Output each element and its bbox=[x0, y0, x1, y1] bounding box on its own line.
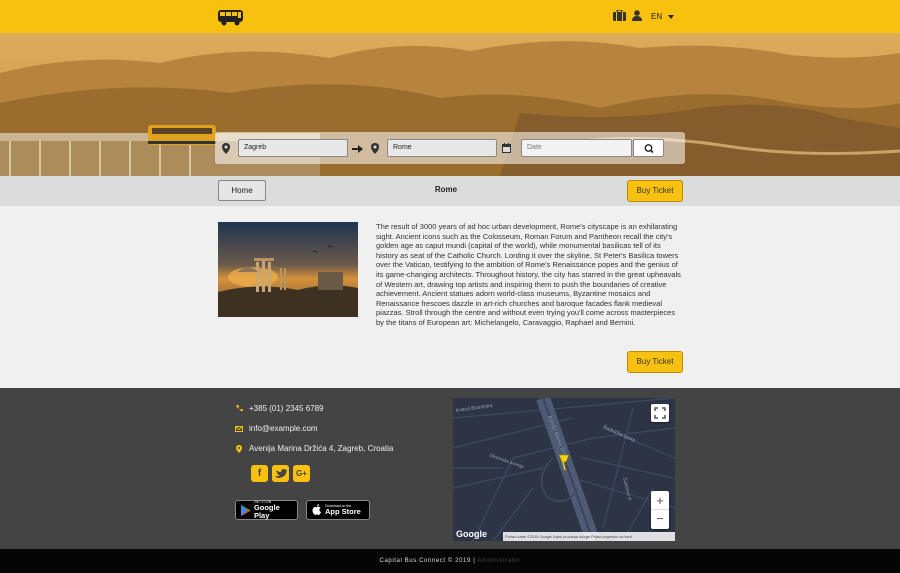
phone-text[interactable]: +385 (01) 2345 6789 bbox=[249, 404, 324, 413]
admin-link[interactable]: Administrator bbox=[477, 558, 520, 564]
contact-email: info@example.com bbox=[229, 424, 318, 433]
calendar-icon bbox=[502, 143, 512, 155]
zoom-control: + − bbox=[651, 491, 669, 529]
map-marker-icon bbox=[229, 444, 249, 453]
google-logo: Google bbox=[456, 529, 487, 539]
page-title: Rome bbox=[434, 185, 458, 194]
location-map[interactable]: Kneza Branimira Avenija Marina Držića Ra… bbox=[453, 398, 675, 541]
top-navbar: EN bbox=[0, 0, 900, 33]
date-input[interactable]: Date bbox=[521, 139, 632, 157]
street-label: Kneza Branimira bbox=[455, 403, 493, 414]
from-city-input[interactable]: Zagreb bbox=[238, 139, 348, 157]
street-label: Slavonska avenija bbox=[489, 452, 525, 469]
twitter-icon[interactable] bbox=[272, 465, 289, 482]
google-play-badge[interactable]: GET IT ON Google Play bbox=[235, 500, 298, 520]
google-play-icon bbox=[241, 504, 251, 516]
google-plus-icon[interactable]: G+ bbox=[293, 465, 310, 482]
buy-ticket-button-top[interactable]: Buy Ticket bbox=[627, 180, 683, 202]
street-label: Šubićeva ul. bbox=[622, 477, 634, 502]
bus-icon[interactable] bbox=[217, 8, 245, 26]
language-label: EN bbox=[651, 12, 663, 21]
language-selector[interactable]: EN bbox=[651, 12, 675, 21]
zoom-in-button[interactable]: + bbox=[651, 491, 669, 510]
city-photo bbox=[218, 222, 358, 317]
zoom-out-button[interactable]: − bbox=[651, 510, 669, 529]
search-icon bbox=[644, 144, 654, 154]
facebook-icon[interactable]: f bbox=[251, 465, 268, 482]
search-button[interactable] bbox=[633, 139, 664, 157]
user-icon[interactable] bbox=[632, 10, 642, 23]
luggage-icon[interactable] bbox=[613, 9, 626, 23]
app-store-badge[interactable]: Download on the App Store bbox=[306, 500, 370, 520]
street-label: Radnička cesta bbox=[602, 424, 636, 443]
map-attribution: Podaci karte ©2019 Google Uvjeti pružanj… bbox=[505, 535, 632, 539]
to-city-input[interactable]: Rome bbox=[387, 139, 497, 157]
buy-ticket-button[interactable]: Buy Ticket bbox=[627, 351, 683, 373]
fullscreen-icon[interactable] bbox=[651, 404, 669, 422]
chevron-down-icon bbox=[668, 14, 675, 19]
envelope-icon bbox=[229, 425, 249, 432]
copyright-text: Capital Bus Connect © 2019 | bbox=[379, 558, 476, 564]
map-marker-icon bbox=[222, 143, 232, 155]
phone-icon bbox=[229, 405, 249, 412]
city-description: The result of 3000 years of ad hoc urban… bbox=[376, 222, 681, 327]
contact-address: Avenija Marina Držića 4, Zagreb, Croatia bbox=[229, 444, 393, 453]
app-store-label: App Store bbox=[325, 507, 361, 516]
footer bbox=[0, 388, 900, 549]
copyright-bar: Capital Bus Connect © 2019 | Administrat… bbox=[0, 549, 900, 573]
map-marker-icon bbox=[371, 143, 381, 155]
arrow-right-icon bbox=[352, 144, 364, 156]
home-button[interactable]: Home bbox=[218, 180, 266, 201]
apple-icon bbox=[312, 504, 321, 515]
contact-phone: +385 (01) 2345 6789 bbox=[229, 404, 324, 413]
email-text[interactable]: info@example.com bbox=[249, 424, 318, 433]
google-play-label: Google Play bbox=[253, 503, 280, 520]
address-text: Avenija Marina Držića 4, Zagreb, Croatia bbox=[249, 444, 394, 453]
